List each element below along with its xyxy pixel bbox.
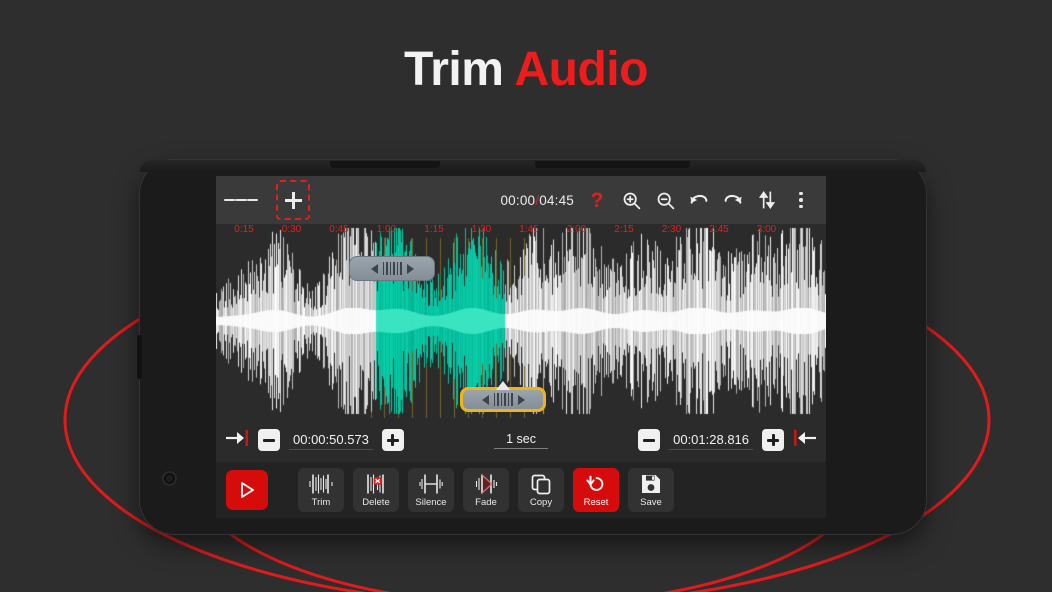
- reset-icon: [585, 472, 607, 496]
- plus-icon: [284, 191, 302, 209]
- delete-button-label: Delete: [362, 497, 390, 508]
- trim-icon: [308, 472, 334, 496]
- chevron-right-icon: [406, 263, 414, 274]
- silence-icon: [418, 472, 444, 496]
- chevron-left-icon: [481, 394, 489, 405]
- phone-sensor-notch: [535, 161, 690, 168]
- floppy-disk-icon: [640, 472, 662, 496]
- undo-icon[interactable]: [682, 183, 716, 217]
- trim-button-label: Trim: [311, 497, 331, 508]
- jump-to-selection-end-icon[interactable]: [793, 427, 817, 454]
- reset-button[interactable]: Reset: [573, 468, 619, 512]
- zoom-out-icon[interactable]: [648, 183, 682, 217]
- chevron-right-icon: [517, 394, 525, 405]
- phone-screen: 00:00/04:45 ? 0:15 0:30 0:45 1:00 1:15 1…: [216, 176, 826, 518]
- silence-button-label: Silence: [415, 497, 447, 508]
- fade-button-label: Fade: [475, 497, 497, 508]
- selection-end-time-field[interactable]: 00:01:28.816: [669, 431, 754, 450]
- selection-start-time-field[interactable]: 00:00:50.573: [289, 431, 373, 450]
- plus-icon: [386, 434, 399, 446]
- playback-time-display: 00:00/04:45: [500, 193, 574, 208]
- start-increment-button[interactable]: [381, 429, 404, 451]
- play-button[interactable]: [226, 470, 268, 510]
- save-button-label: Save: [640, 497, 662, 508]
- action-bar: Trim Delete Silence Fade Copy Reset Save: [216, 462, 826, 518]
- hamburger-menu-icon[interactable]: [224, 183, 258, 217]
- minus-icon: [263, 438, 275, 442]
- zoom-in-icon[interactable]: [614, 183, 648, 217]
- copy-button-label: Copy: [529, 497, 553, 508]
- current-time: 00:00: [500, 192, 536, 208]
- play-icon: [239, 478, 255, 502]
- chevron-left-icon: [370, 263, 378, 274]
- end-decrement-button[interactable]: [638, 429, 661, 451]
- plus-icon: [767, 434, 780, 446]
- fade-icon: [473, 472, 499, 496]
- trim-controls-row: 00:00:50.573 1 sec 00:01:28.816: [216, 418, 826, 462]
- waveform-area[interactable]: 0:15 0:30 0:45 1:00 1:15 1:30 1:45 2:00 2:15 2:30…: [216, 224, 826, 418]
- handle-pointer-icon: [496, 381, 510, 390]
- jump-to-selection-start-icon[interactable]: [225, 427, 249, 454]
- save-button[interactable]: Save: [628, 468, 674, 512]
- delete-button[interactable]: Delete: [353, 468, 399, 512]
- phone-side-button: [137, 335, 142, 379]
- start-decrement-button[interactable]: [258, 429, 280, 451]
- app-toolbar: 00:00/04:45 ?: [216, 176, 826, 224]
- end-increment-button[interactable]: [762, 429, 785, 451]
- kebab-menu-icon[interactable]: [784, 183, 818, 217]
- page-title: Trim Audio: [0, 46, 1052, 94]
- add-track-button[interactable]: [276, 180, 310, 220]
- phone-speaker-notch: [330, 161, 440, 168]
- grip-lines-icon: [493, 393, 513, 406]
- grip-lines-icon: [382, 262, 402, 275]
- trim-button[interactable]: Trim: [298, 468, 344, 512]
- phone-bezel-top: [140, 160, 926, 172]
- delete-icon: [363, 472, 389, 496]
- sort-arrows-icon[interactable]: [750, 183, 784, 217]
- copy-icon: [530, 472, 552, 496]
- minus-icon: [643, 438, 656, 442]
- question-mark-icon: ?: [590, 188, 604, 212]
- phone-mockup: 00:00/04:45 ? 0:15 0:30 0:45 1:00 1:15 1…: [137, 160, 926, 534]
- total-time: 04:45: [539, 192, 574, 208]
- copy-button[interactable]: Copy: [518, 468, 564, 512]
- reset-button-label: Reset: [583, 497, 609, 508]
- left-trim-handle[interactable]: [349, 256, 435, 281]
- page-title-word-audio: Audio: [514, 43, 648, 96]
- step-unit-field[interactable]: 1 sec: [494, 431, 548, 449]
- phone-camera-lens: [162, 471, 177, 486]
- page-title-word-trim: Trim: [404, 43, 504, 96]
- fade-button[interactable]: Fade: [463, 468, 509, 512]
- right-trim-handle[interactable]: [460, 381, 546, 412]
- redo-icon[interactable]: [716, 183, 750, 217]
- silence-button[interactable]: Silence: [408, 468, 454, 512]
- help-button[interactable]: ?: [580, 183, 614, 217]
